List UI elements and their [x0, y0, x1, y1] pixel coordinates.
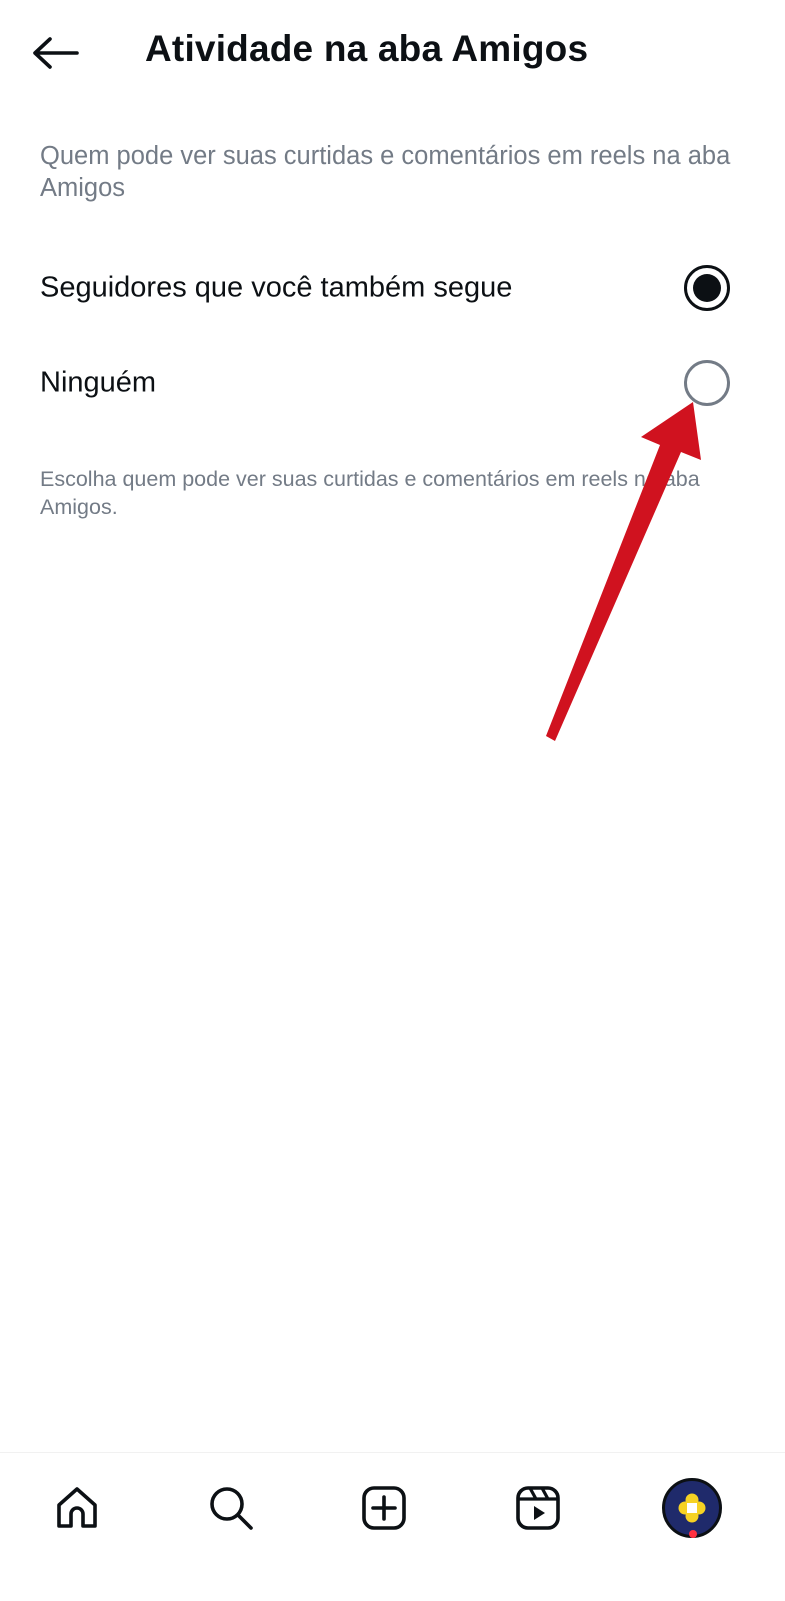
back-button[interactable] — [22, 24, 88, 82]
option-followers-you-follow-back[interactable]: Seguidores que você também segue — [0, 243, 785, 333]
option-nobody[interactable]: Ninguém — [0, 338, 785, 428]
help-text: Escolha quem pode ver suas curtidas e co… — [40, 467, 700, 519]
avatar — [662, 1478, 722, 1538]
nav-search-button[interactable] — [196, 1473, 266, 1543]
notification-dot — [689, 1530, 697, 1538]
option-label: Ninguém — [40, 366, 157, 399]
home-icon — [57, 1487, 97, 1528]
avatar-image — [678, 1493, 706, 1523]
reels-icon — [516, 1486, 560, 1530]
nav-home-button[interactable] — [42, 1473, 112, 1543]
bottom-navigation-bar — [0, 1452, 785, 1601]
nav-reels-button[interactable] — [503, 1473, 573, 1543]
radio-unselected[interactable] — [684, 360, 730, 406]
top-bar: Atividade na aba Amigos — [0, 0, 785, 105]
annotation-arrow — [546, 402, 701, 741]
section-heading: Quem pode ver suas curtidas e comentário… — [40, 142, 731, 202]
annotation-arrow-shape — [546, 402, 701, 741]
option-label: Seguidores que você também segue — [40, 271, 513, 304]
create-post-icon — [362, 1486, 406, 1530]
search-icon — [210, 1487, 253, 1530]
nav-create-button[interactable] — [349, 1473, 419, 1543]
arrow-left-icon — [33, 37, 79, 69]
radio-selected[interactable] — [684, 265, 730, 311]
page-title: Atividade na aba Amigos — [145, 28, 589, 69]
